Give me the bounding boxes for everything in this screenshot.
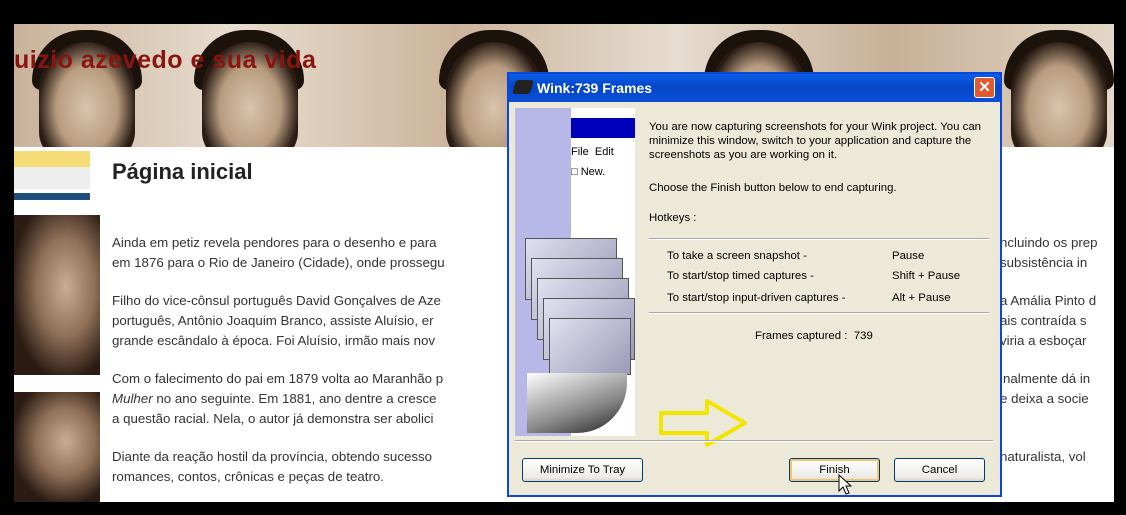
text-line: subsistência in xyxy=(1000,255,1088,270)
paragraph-right: subsistência in xyxy=(1000,253,1114,273)
portrait-face xyxy=(1011,42,1107,147)
wink-capture-dialog: Wink:739 Frames ✕ File Edit □ New. You a… xyxy=(507,72,1002,497)
text-line: em 1876 para o Rio de Janeiro (Cidade), … xyxy=(112,255,445,270)
text-line: Diante da reação hostil da província, ob… xyxy=(112,449,433,464)
text-line: viria a esboçar xyxy=(1000,333,1087,348)
hotkey-action: To start/stop timed captures - xyxy=(667,270,814,282)
frames-count: 739 xyxy=(853,330,873,342)
mouse-pointer-icon xyxy=(838,474,853,495)
paragraph-right: naturalista, vol xyxy=(1000,447,1114,467)
menu-file-label: File xyxy=(571,146,589,158)
dialog-titlebar[interactable]: Wink:739 Frames ✕ xyxy=(509,74,1000,102)
paragraph-right: viria a esboçar xyxy=(1000,331,1114,351)
frames-label: Frames captured : xyxy=(755,330,848,342)
illustration-new-item: □ New. xyxy=(571,166,606,178)
text-line: português, Antônio Joaquim Branco, assis… xyxy=(112,313,434,328)
illustration-menu: File Edit xyxy=(571,146,614,158)
dialog-title: Wink:739 Frames xyxy=(537,80,653,96)
text-line: naturalista, vol xyxy=(1000,449,1086,464)
cancel-button[interactable]: Cancel xyxy=(894,458,985,482)
wink-illustration: File Edit □ New. xyxy=(515,108,635,436)
finish-instruction: Choose the Finish button below to end ca… xyxy=(649,182,897,194)
portrait-image xyxy=(14,215,100,375)
italic-title: Mulher xyxy=(112,391,153,406)
text-line: inalmente dá in xyxy=(1000,371,1091,386)
text-line: a questão racial. Nela, o autor já demon… xyxy=(112,411,434,426)
paragraph-right: ais contraída s xyxy=(1000,311,1114,331)
text-line: no ano seguinte. Em 1881, ano dentre a c… xyxy=(152,391,437,406)
illustration-titlebar xyxy=(571,118,635,138)
paragraph-right: a Amália Pinto d xyxy=(1000,291,1114,311)
text-line: Ainda em petiz revela pendores para o de… xyxy=(112,235,437,250)
hotkey-key: Shift + Pause xyxy=(892,270,961,282)
sidebar-stripe xyxy=(14,193,90,200)
minimize-to-tray-button[interactable]: Minimize To Tray xyxy=(522,458,643,482)
text-line: e deixa a socie xyxy=(1000,391,1089,406)
text-line: ais contraída s xyxy=(1000,313,1087,328)
page-curl-icon xyxy=(527,373,627,433)
separator xyxy=(515,440,993,442)
paragraph-right: ncluindo os prep xyxy=(1000,233,1114,253)
paragraph-right: e deixa a socie xyxy=(1000,389,1114,409)
sidebar-stripe xyxy=(14,167,90,189)
text-line: ncluindo os prep xyxy=(1000,235,1098,250)
text-line: Com o falecimento do pai em 1879 volta a… xyxy=(112,371,444,386)
hotkey-action: To take a screen snapshot - xyxy=(667,250,807,262)
left-sidebar xyxy=(14,147,100,502)
hotkey-action: To start/stop input-driven captures - xyxy=(667,292,846,304)
screenshot-stack-icon xyxy=(549,318,631,375)
text-line: a Amália Pinto d xyxy=(1000,293,1097,308)
portrait-image xyxy=(14,392,100,502)
close-button[interactable]: ✕ xyxy=(974,77,995,98)
new-item-label: New. xyxy=(580,166,606,178)
capture-message: You are now capturing screenshots for yo… xyxy=(649,121,981,161)
site-title: uizio azevedo e sua vida xyxy=(14,46,317,74)
text-line: Filho do vice-cônsul português David Gon… xyxy=(112,293,441,308)
hotkey-key: Alt + Pause xyxy=(892,292,951,304)
hotkeys-label: Hotkeys : xyxy=(649,212,697,224)
finish-button[interactable]: Finish xyxy=(789,458,880,482)
text-line: grande escândalo à época. Foi Aluísio, i… xyxy=(112,333,436,348)
frames-captured: Frames captured : 739 xyxy=(755,330,873,342)
menu-edit-label: Edit xyxy=(594,146,614,158)
wink-app-icon xyxy=(512,80,534,94)
screenshot-frame: uizio azevedo e sua vida Página inicial … xyxy=(0,0,1126,515)
separator xyxy=(649,312,989,314)
sidebar-stripe xyxy=(14,151,90,167)
paragraph-right: inalmente dá in xyxy=(1000,369,1114,389)
page-title: Página inicial xyxy=(112,159,253,184)
separator xyxy=(649,238,989,240)
hotkey-key: Pause xyxy=(892,250,925,262)
text-line: romances, contos, crônicas e peças de te… xyxy=(112,469,384,484)
